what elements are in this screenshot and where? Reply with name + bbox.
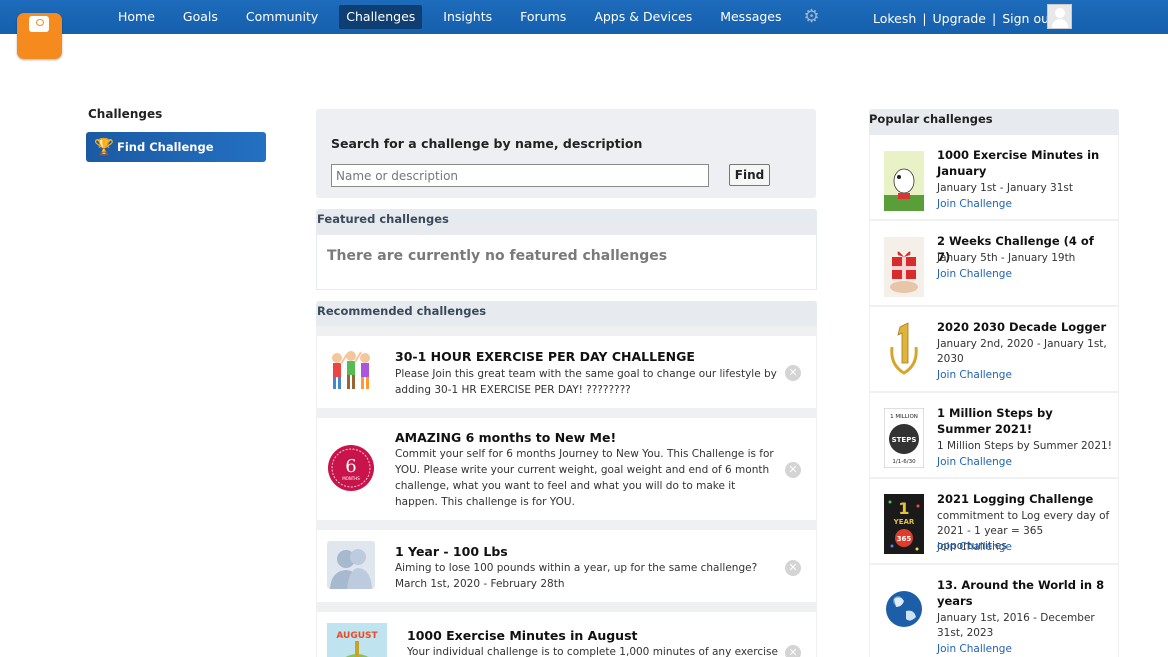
- globe-thumbnail-icon: [884, 581, 924, 641]
- join-challenge-link[interactable]: Join Challenge: [937, 643, 1012, 655]
- gift-thumbnail-icon: [884, 237, 924, 297]
- challenge-description: Please Join this great team with the sam…: [395, 368, 777, 396]
- search-title: Search for a challenge by name, descript…: [331, 136, 643, 151]
- thumb-text: 365: [897, 535, 912, 543]
- list-item[interactable]: 30-1 HOUR EXERCISE PER DAY CHALLENGE Ple…: [317, 336, 816, 408]
- challenge-dates: January 2nd, 2020 - January 1st, 2030: [937, 338, 1107, 365]
- challenge-title[interactable]: 13. Around the World in 8 years: [937, 577, 1109, 609]
- challenge-title[interactable]: 2020 2030 Decade Logger: [937, 319, 1109, 335]
- challenge-description: Commit your self for 6 months Journey to…: [395, 448, 774, 508]
- username-link[interactable]: Lokesh: [873, 11, 916, 26]
- top-nav-bar: Home Goals Community Challenges Insights…: [0, 0, 1168, 34]
- snoopy-thumbnail-icon: [884, 151, 924, 211]
- nav-forums[interactable]: Forums: [513, 5, 573, 29]
- popular-list: 1000 Exercise Minutes in January January…: [869, 135, 1119, 657]
- nav-community[interactable]: Community: [239, 5, 325, 29]
- featured-heading: Featured challenges: [316, 209, 817, 234]
- join-challenge-link[interactable]: Join Challenge: [937, 541, 1012, 553]
- gold-number-one-icon: [884, 319, 924, 379]
- trophy-icon: 🏆: [94, 137, 114, 156]
- separator: |: [922, 11, 927, 26]
- six-months-badge-icon: 6 MONTHS: [328, 445, 374, 491]
- close-icon[interactable]: ✕: [785, 560, 801, 576]
- challenge-dates: January 1st, 2016 - December 31st, 2023: [937, 612, 1095, 639]
- thumb-text: YEAR: [893, 518, 915, 526]
- challenge-description: Your individual challenge is to complete…: [407, 646, 778, 657]
- list-item[interactable]: 13. Around the World in 8 years January …: [870, 565, 1118, 657]
- join-challenge-link[interactable]: Join Challenge: [937, 268, 1012, 280]
- nav-goals[interactable]: Goals: [176, 5, 225, 29]
- challenge-title[interactable]: 30-1 HOUR EXERCISE PER DAY CHALLENGE: [395, 349, 695, 364]
- gear-icon[interactable]: ⚙: [803, 8, 821, 26]
- find-challenge-button[interactable]: 🏆 Find Challenge: [86, 132, 266, 162]
- list-item[interactable]: 6 MONTHS AMAZING 6 months to New Me! Com…: [317, 418, 816, 520]
- close-icon[interactable]: ✕: [785, 462, 801, 478]
- thumb-text: 1: [898, 499, 909, 518]
- nav-insights[interactable]: Insights: [436, 5, 499, 29]
- nav-home[interactable]: Home: [111, 5, 162, 29]
- challenge-description: Aiming to lose 100 pounds within a year,…: [395, 562, 758, 590]
- featured-panel: There are currently no featured challeng…: [316, 234, 817, 290]
- close-icon[interactable]: ✕: [785, 645, 801, 657]
- nav-messages[interactable]: Messages: [713, 5, 788, 29]
- list-item[interactable]: 1 YEAR 365 2021 Logging Challenge commit…: [870, 479, 1118, 563]
- badge-number: 6: [345, 456, 356, 477]
- challenge-title[interactable]: 2021 Logging Challenge: [937, 491, 1109, 507]
- join-challenge-link[interactable]: Join Challenge: [937, 456, 1012, 468]
- thumb-text: STEPS: [892, 436, 917, 444]
- list-item[interactable]: 1000 Exercise Minutes in January January…: [870, 135, 1118, 219]
- upgrade-link[interactable]: Upgrade: [933, 11, 986, 26]
- list-item[interactable]: 2020 2030 Decade Logger January 2nd, 202…: [870, 307, 1118, 391]
- challenge-dates: January 5th - January 19th: [937, 252, 1076, 264]
- scale-icon: [29, 16, 49, 32]
- close-icon[interactable]: ✕: [785, 365, 801, 381]
- sidebar-title: Challenges: [88, 107, 163, 121]
- badge-label: MONTHS: [342, 476, 360, 481]
- challenge-title[interactable]: 1 Million Steps by Summer 2021!: [937, 405, 1109, 437]
- default-avatar-icon: [327, 541, 375, 589]
- find-button[interactable]: Find: [729, 164, 770, 186]
- kids-exercise-icon: [332, 351, 370, 389]
- join-challenge-link[interactable]: Join Challenge: [937, 198, 1012, 210]
- search-input[interactable]: [331, 164, 709, 187]
- thumb-text: AUGUST: [336, 631, 378, 641]
- app-logo[interactable]: [17, 13, 62, 59]
- challenge-title[interactable]: 1 Year - 100 Lbs: [395, 544, 508, 559]
- challenge-title[interactable]: AMAZING 6 months to New Me!: [395, 430, 616, 445]
- recommended-list: 30-1 HOUR EXERCISE PER DAY CHALLENGE Ple…: [316, 326, 817, 657]
- nav-apps-devices[interactable]: Apps & Devices: [587, 5, 699, 29]
- main-nav: Home Goals Community Challenges Insights…: [111, 5, 821, 29]
- popular-heading: Popular challenges: [869, 109, 1119, 135]
- august-thumbnail-icon: AUGUST: [327, 623, 387, 657]
- user-links: Lokesh | Upgrade | Sign out: [873, 11, 1054, 26]
- join-challenge-link[interactable]: Join Challenge: [937, 369, 1012, 381]
- list-item[interactable]: 1 MILLION STEPS 1/1-6/30 1 Million Steps…: [870, 393, 1118, 477]
- recommended-heading: Recommended challenges: [316, 301, 817, 326]
- challenge-title[interactable]: 1000 Exercise Minutes in August: [407, 628, 638, 643]
- thumb-text: 1/1-6/30: [892, 459, 916, 465]
- nav-challenges[interactable]: Challenges: [339, 5, 423, 29]
- list-item[interactable]: 1 Year - 100 Lbs Aiming to lose 100 poun…: [317, 530, 816, 602]
- list-item[interactable]: 2 Weeks Challenge (4 of 7) January 5th -…: [870, 221, 1118, 305]
- challenge-dates: January 1st - January 31st: [937, 182, 1073, 194]
- featured-empty-text: There are currently no featured challeng…: [327, 248, 668, 264]
- find-challenge-label: Find Challenge: [117, 140, 214, 154]
- challenge-title[interactable]: 1000 Exercise Minutes in January: [937, 147, 1109, 179]
- separator: |: [991, 11, 997, 26]
- challenge-dates: 1 Million Steps by Summer 2021!: [937, 440, 1112, 452]
- thumb-text: 1 MILLION: [890, 414, 918, 420]
- million-steps-thumbnail-icon: 1 MILLION STEPS 1/1-6/30: [884, 408, 924, 468]
- list-item[interactable]: AUGUST 1000 Exercise Minutes in August Y…: [317, 612, 816, 657]
- avatar[interactable]: [1047, 4, 1072, 29]
- logging-year-thumbnail-icon: 1 YEAR 365: [884, 494, 924, 554]
- search-panel: Search for a challenge by name, descript…: [316, 109, 816, 198]
